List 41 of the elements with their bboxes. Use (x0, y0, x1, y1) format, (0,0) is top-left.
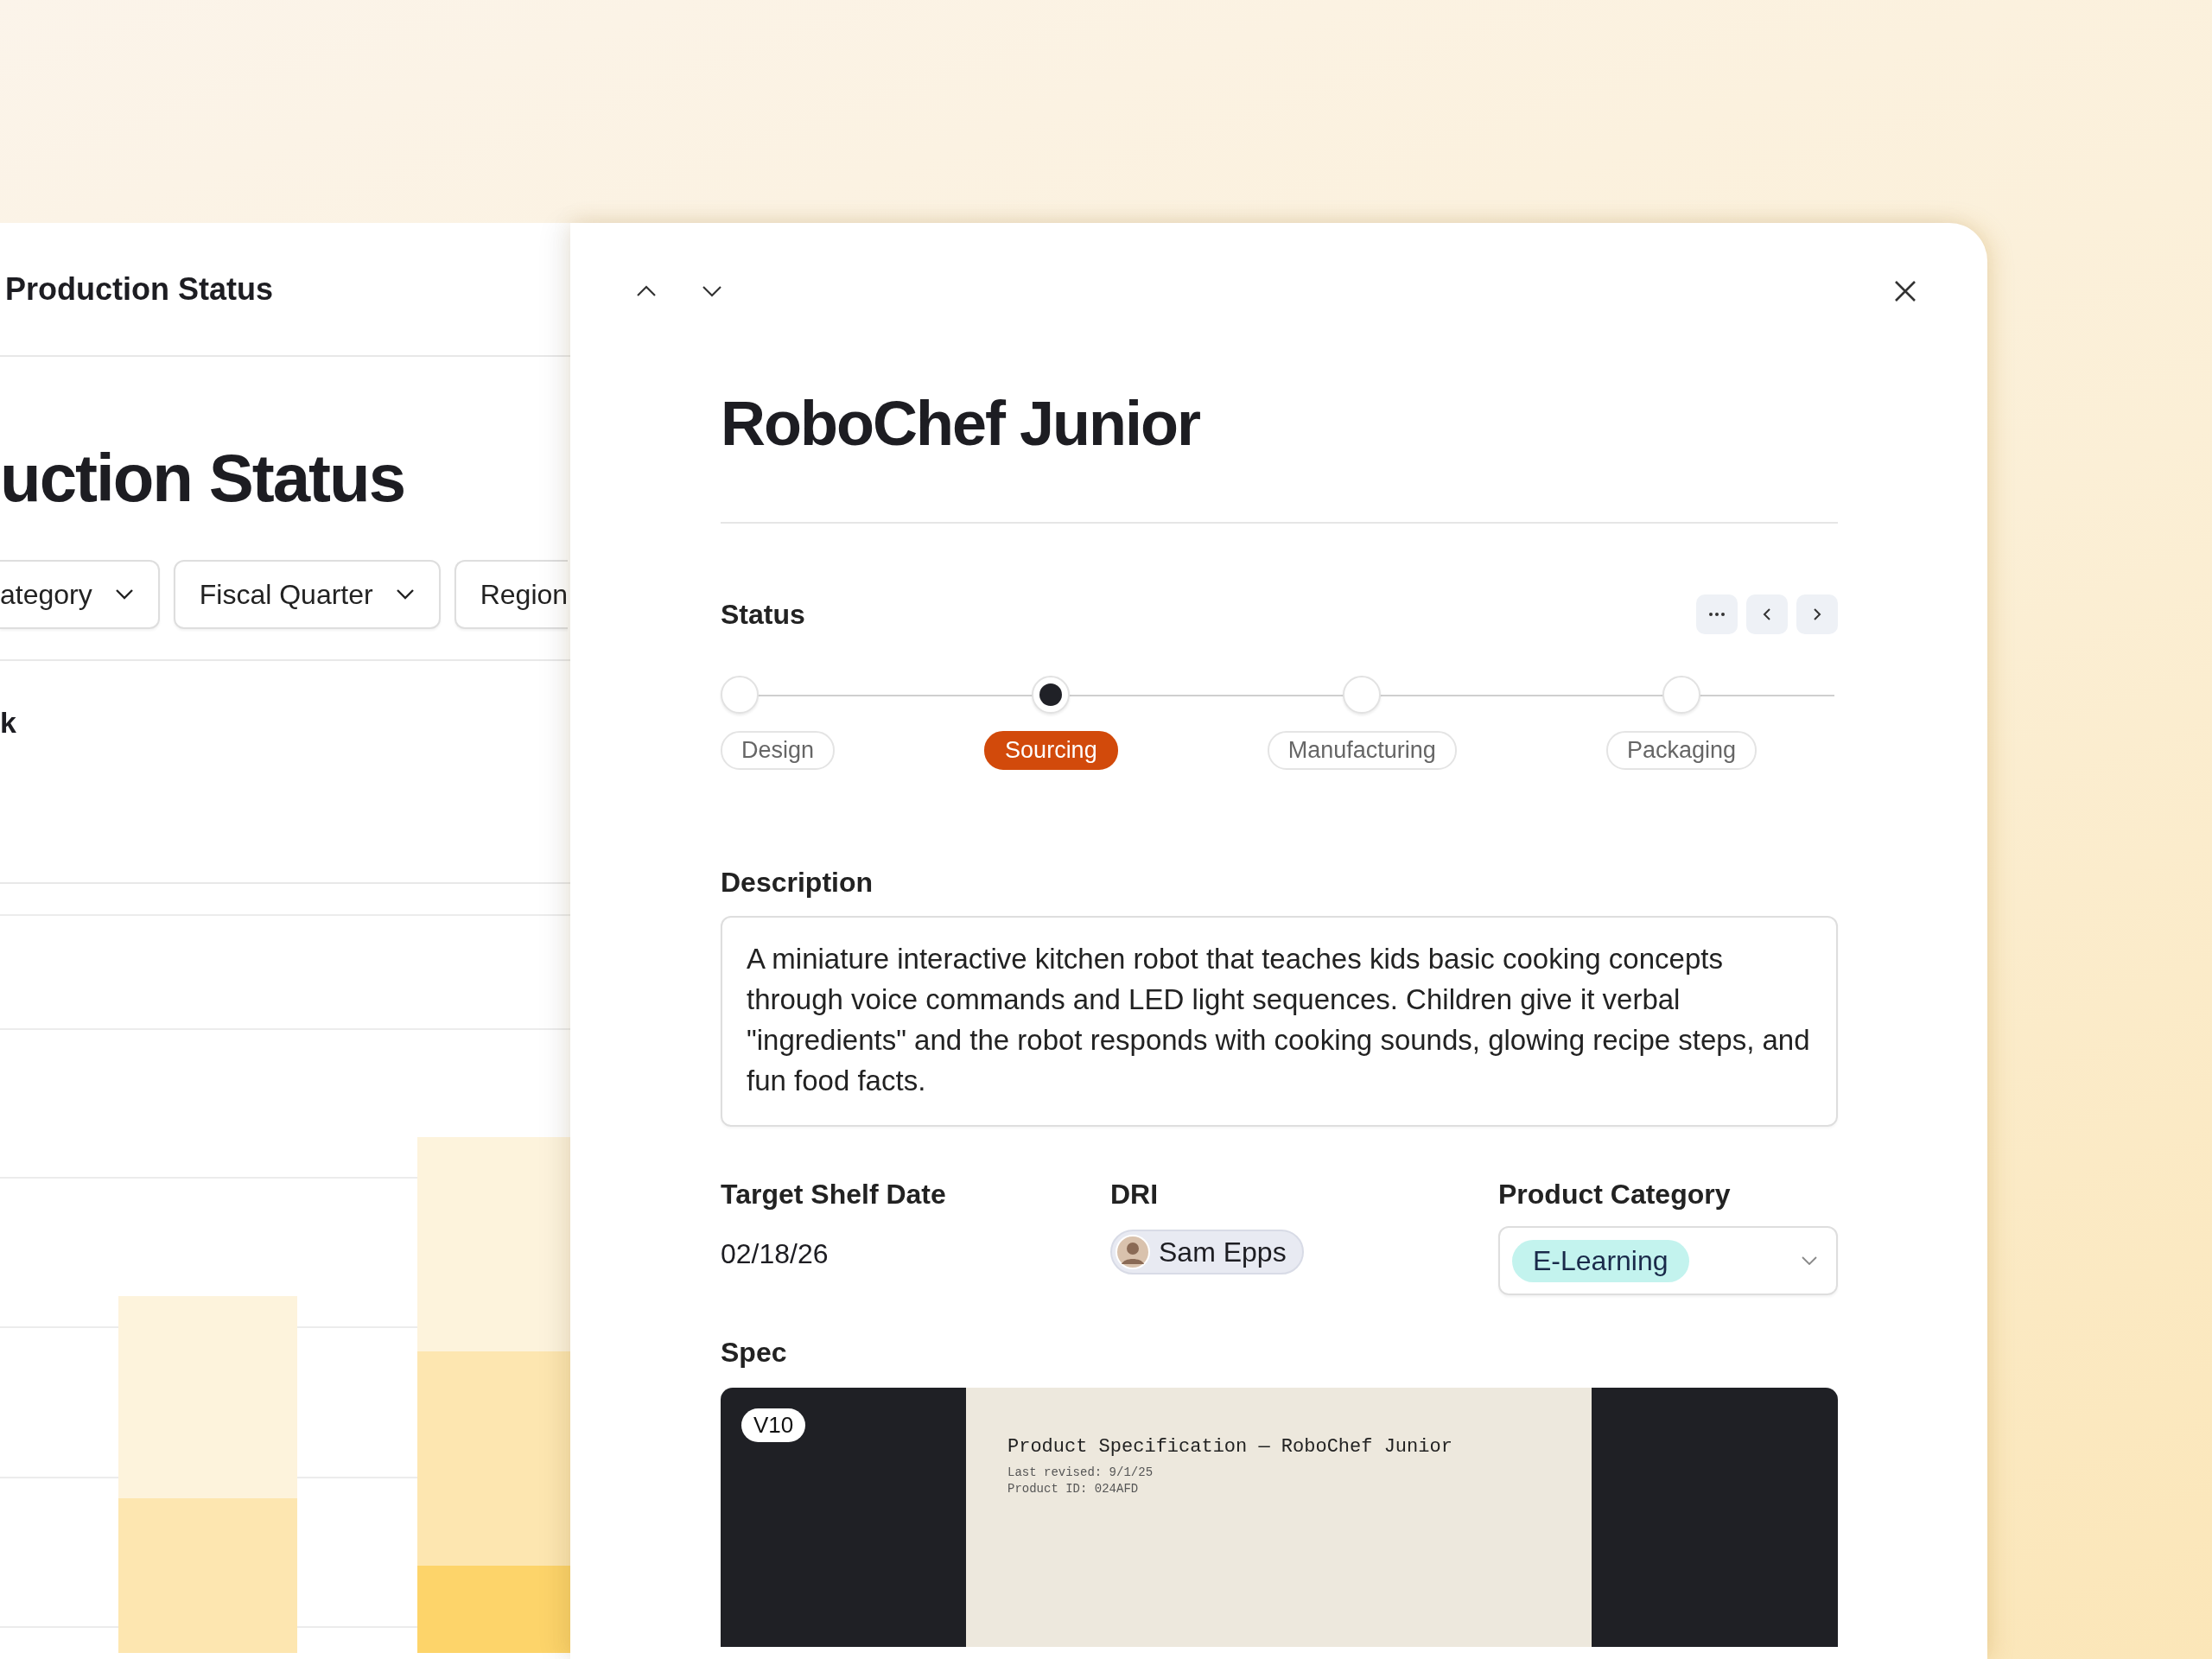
description-field[interactable]: A miniature interactive kitchen robot that teaches kids basic cooking concepts through voice commands and LED light sequences. Children give it verbal "ingredients" and the robot responds with cooking sounds, glowing recipe steps, and fun food facts. (721, 916, 1838, 1127)
document-meta: Product ID: 024AFD (1007, 1481, 1140, 1497)
status-step-tag[interactable]: Manufacturing (1267, 731, 1457, 770)
step-marker[interactable] (1343, 676, 1382, 714)
filter-dropdown[interactable]: Fiscal Quarter (173, 560, 441, 629)
more-button[interactable] (1696, 594, 1738, 634)
chevron-left-icon (1763, 607, 1771, 621)
person-chip[interactable]: Sam Epps (1110, 1230, 1304, 1274)
spec-label: Spec (721, 1337, 788, 1369)
description-label: Description (721, 867, 874, 899)
avatar-icon (1116, 1235, 1150, 1269)
date-value: 02/18/26 (721, 1237, 830, 1271)
document-meta: Last revised: 9/1/25 (1007, 1465, 1154, 1481)
more-icon (1709, 613, 1725, 616)
step-marker[interactable] (1662, 676, 1700, 714)
page-title: uction Status (0, 439, 405, 517)
status-step-tag[interactable]: Design (721, 731, 836, 770)
status-step-tag[interactable]: Packaging (1605, 731, 1757, 770)
filter-dropdown[interactable]: Region (454, 560, 569, 629)
step-marker[interactable] (721, 676, 759, 714)
status-label: Status (721, 598, 805, 631)
category-tag: E-Learning (1512, 1239, 1689, 1282)
chevron-up-icon (636, 285, 657, 297)
chevron-down-icon (1802, 1256, 1817, 1265)
close-icon (1894, 280, 1916, 302)
document-title: Product Specification — RoboChef Junior (1007, 1436, 1453, 1458)
field-label: Target Shelf Date (721, 1179, 947, 1211)
field-label: Product Category (1498, 1179, 1732, 1211)
step-marker[interactable] (1032, 676, 1071, 714)
page-header-title: Production Status (5, 270, 273, 308)
previous-status-button[interactable] (1746, 594, 1788, 634)
filter-dropdown[interactable]: ategory (0, 560, 160, 629)
chevron-down-icon (702, 285, 722, 297)
field-label: DRI (1110, 1179, 1160, 1211)
section-title: k (0, 706, 16, 739)
chevron-right-icon (1813, 607, 1821, 621)
status-step-tag[interactable]: Sourcing (984, 731, 1118, 770)
next-status-button[interactable] (1796, 594, 1838, 634)
version-badge: V10 (741, 1408, 806, 1442)
item-title: RoboChef Junior (721, 388, 1201, 460)
category-dropdown[interactable]: E-Learning (1498, 1226, 1838, 1295)
